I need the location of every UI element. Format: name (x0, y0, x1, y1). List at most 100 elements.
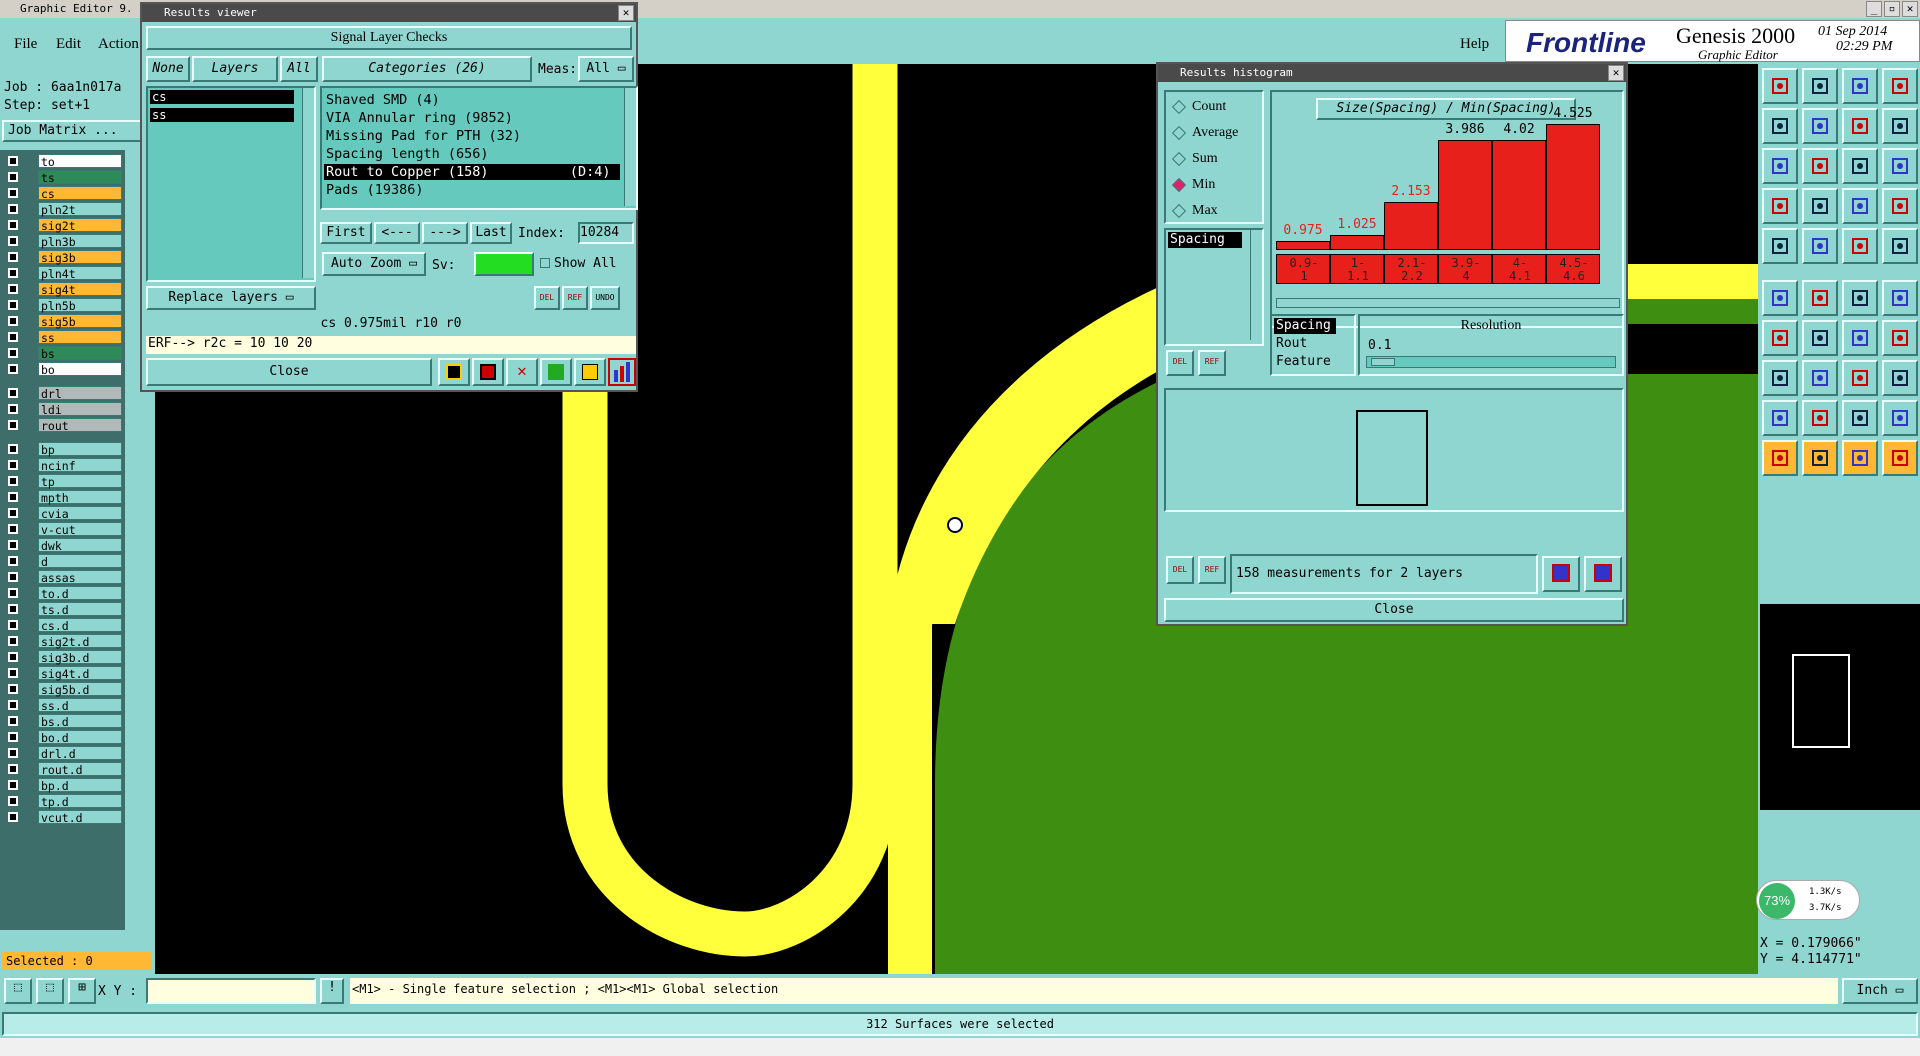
open-icon[interactable] (1762, 68, 1798, 104)
layer-row-d[interactable]: d (6, 554, 122, 569)
cluster-icon[interactable] (1882, 360, 1918, 396)
sv-color-dropdown[interactable] (474, 252, 534, 276)
histogram-close-button[interactable]: Close (1164, 598, 1624, 622)
layer-checkbox[interactable] (8, 236, 18, 246)
layer-checkbox[interactable] (8, 796, 18, 806)
categories-header[interactable]: Categories (26) (322, 56, 532, 82)
layer-row-sig5b[interactable]: sig5b (6, 314, 122, 329)
category-item[interactable]: Pads (19386) (324, 182, 620, 198)
layer-checkbox[interactable] (8, 812, 18, 822)
layer-row-ss[interactable]: ss (6, 330, 122, 345)
next-button[interactable]: ---> (422, 222, 468, 244)
triangle-4-icon[interactable] (1882, 400, 1918, 436)
layer-checkbox[interactable] (8, 284, 18, 294)
line-icon[interactable] (1762, 320, 1798, 356)
layer-checkbox[interactable] (8, 540, 18, 550)
layer-row-tp.d[interactable]: tp.d (6, 794, 122, 809)
minimize-button[interactable]: _ (1866, 1, 1882, 17)
maximize-button[interactable]: ▫ (1884, 1, 1900, 17)
layer-row-sig2t[interactable]: sig2t (6, 218, 122, 233)
layer-row-vcut.d[interactable]: vcut.d (6, 810, 122, 825)
settings-icon[interactable] (1762, 188, 1798, 224)
layer-row-dwk[interactable]: dwk (6, 538, 122, 553)
layer-row-ts.d[interactable]: ts.d (6, 602, 122, 617)
copy-icon[interactable] (1762, 360, 1798, 396)
layer-row-mpth[interactable]: mpth (6, 490, 122, 505)
layer-checkbox[interactable] (8, 556, 18, 566)
tool-icon-3[interactable]: ✕ (506, 358, 538, 386)
layer-checkbox[interactable] (8, 492, 18, 502)
undo-icon[interactable]: UNDO (590, 286, 620, 310)
histogram-bar[interactable] (1384, 202, 1438, 250)
triangle-2-icon[interactable] (1802, 400, 1838, 436)
histogram-bar[interactable] (1438, 140, 1492, 250)
layer-row-pln4t[interactable]: pln4t (6, 266, 122, 281)
layer-checkbox[interactable] (8, 780, 18, 790)
close-app-button[interactable]: ✕ (1902, 1, 1918, 17)
layer-row-tp[interactable]: tp (6, 474, 122, 489)
hist-del-icon[interactable]: DEL (1166, 350, 1194, 376)
layer-row-assas[interactable]: assas (6, 570, 122, 585)
save-icon[interactable] (1802, 68, 1838, 104)
layer-blue-icon[interactable] (1882, 188, 1918, 224)
list-top-scrollbar[interactable] (1250, 230, 1262, 340)
layer-row-sig3b[interactable]: sig3b (6, 250, 122, 265)
histogram-bar[interactable] (1546, 124, 1600, 250)
layer-checkbox[interactable] (8, 172, 18, 182)
histogram-bar[interactable] (1276, 241, 1330, 250)
layer-row-sig5b.d[interactable]: sig5b.d (6, 682, 122, 697)
layer-item-ss[interactable]: ss (150, 108, 294, 122)
layer-row-cvia[interactable]: cvia (6, 506, 122, 521)
first-button[interactable]: First (320, 222, 372, 244)
draw-icon[interactable] (1802, 320, 1838, 356)
layer-checkbox[interactable] (8, 220, 18, 230)
layer-row-ss.d[interactable]: ss.d (6, 698, 122, 713)
pointer-2-icon[interactable] (1802, 440, 1838, 476)
snap-icon[interactable] (1842, 108, 1878, 144)
hist-ref-icon[interactable]: REF (1198, 350, 1226, 376)
pointer-3-icon[interactable] (1842, 440, 1878, 476)
status-info-icon[interactable]: ! (320, 978, 344, 1004)
mode-radio-average[interactable]: Average (1171, 124, 1258, 144)
histogram-scrollbar[interactable] (1276, 298, 1620, 308)
layer-row-ncinf[interactable]: ncinf (6, 458, 122, 473)
overview-map[interactable] (1760, 604, 1920, 810)
cross-icon[interactable] (1802, 280, 1838, 316)
layer-row-v-cut[interactable]: v-cut (6, 522, 122, 537)
category-item[interactable]: Spacing length (656) (324, 146, 620, 162)
category-listbox[interactable]: Shaved SMD (4) VIA Annular ring (9852) Mis… (320, 86, 638, 210)
layer-checkbox[interactable] (8, 316, 18, 326)
layer-row-pln2t[interactable]: pln2t (6, 202, 122, 217)
layer-row-pln3b[interactable]: pln3b (6, 234, 122, 249)
layer-checkbox[interactable] (8, 348, 18, 358)
layer-row-to.d[interactable]: to.d (6, 586, 122, 601)
category-item[interactable]: Missing Pad for PTH (32) (324, 128, 620, 144)
meas-dropdown[interactable]: All ▭ (578, 56, 634, 82)
layer-checkbox[interactable] (8, 268, 18, 278)
step-icon[interactable] (1762, 108, 1798, 144)
pad-icon[interactable] (1882, 228, 1918, 264)
layer-checkbox[interactable] (8, 764, 18, 774)
fit-icon[interactable] (1762, 148, 1798, 184)
layer-checkbox[interactable] (8, 716, 18, 726)
xy-input[interactable] (146, 978, 316, 1004)
layer-checkbox[interactable] (8, 404, 18, 414)
layer-checkbox[interactable] (8, 748, 18, 758)
add-blue-icon[interactable] (1882, 280, 1918, 316)
pointer-icon[interactable] (1762, 440, 1798, 476)
layer-checkbox[interactable] (8, 420, 18, 430)
layer-checkbox[interactable] (8, 700, 18, 710)
layer-checkbox[interactable] (8, 204, 18, 214)
layer-checkbox[interactable] (8, 388, 18, 398)
histogram-icon[interactable] (608, 358, 636, 386)
close-button[interactable]: Close (146, 358, 432, 386)
prev-button[interactable]: <--- (374, 222, 420, 244)
layer-row-ts[interactable]: ts (6, 170, 122, 185)
category-item[interactable]: Rout to Copper (158) (D:4) (324, 164, 620, 180)
layer-row-sig4t.d[interactable]: sig4t.d (6, 666, 122, 681)
next-icon[interactable] (1802, 108, 1838, 144)
layer-checkbox[interactable] (8, 572, 18, 582)
layers-button[interactable]: Layers (192, 56, 278, 82)
layer-row-bs.d[interactable]: bs.d (6, 714, 122, 729)
auto-zoom-dropdown[interactable]: Auto Zoom ▭ (322, 252, 426, 276)
